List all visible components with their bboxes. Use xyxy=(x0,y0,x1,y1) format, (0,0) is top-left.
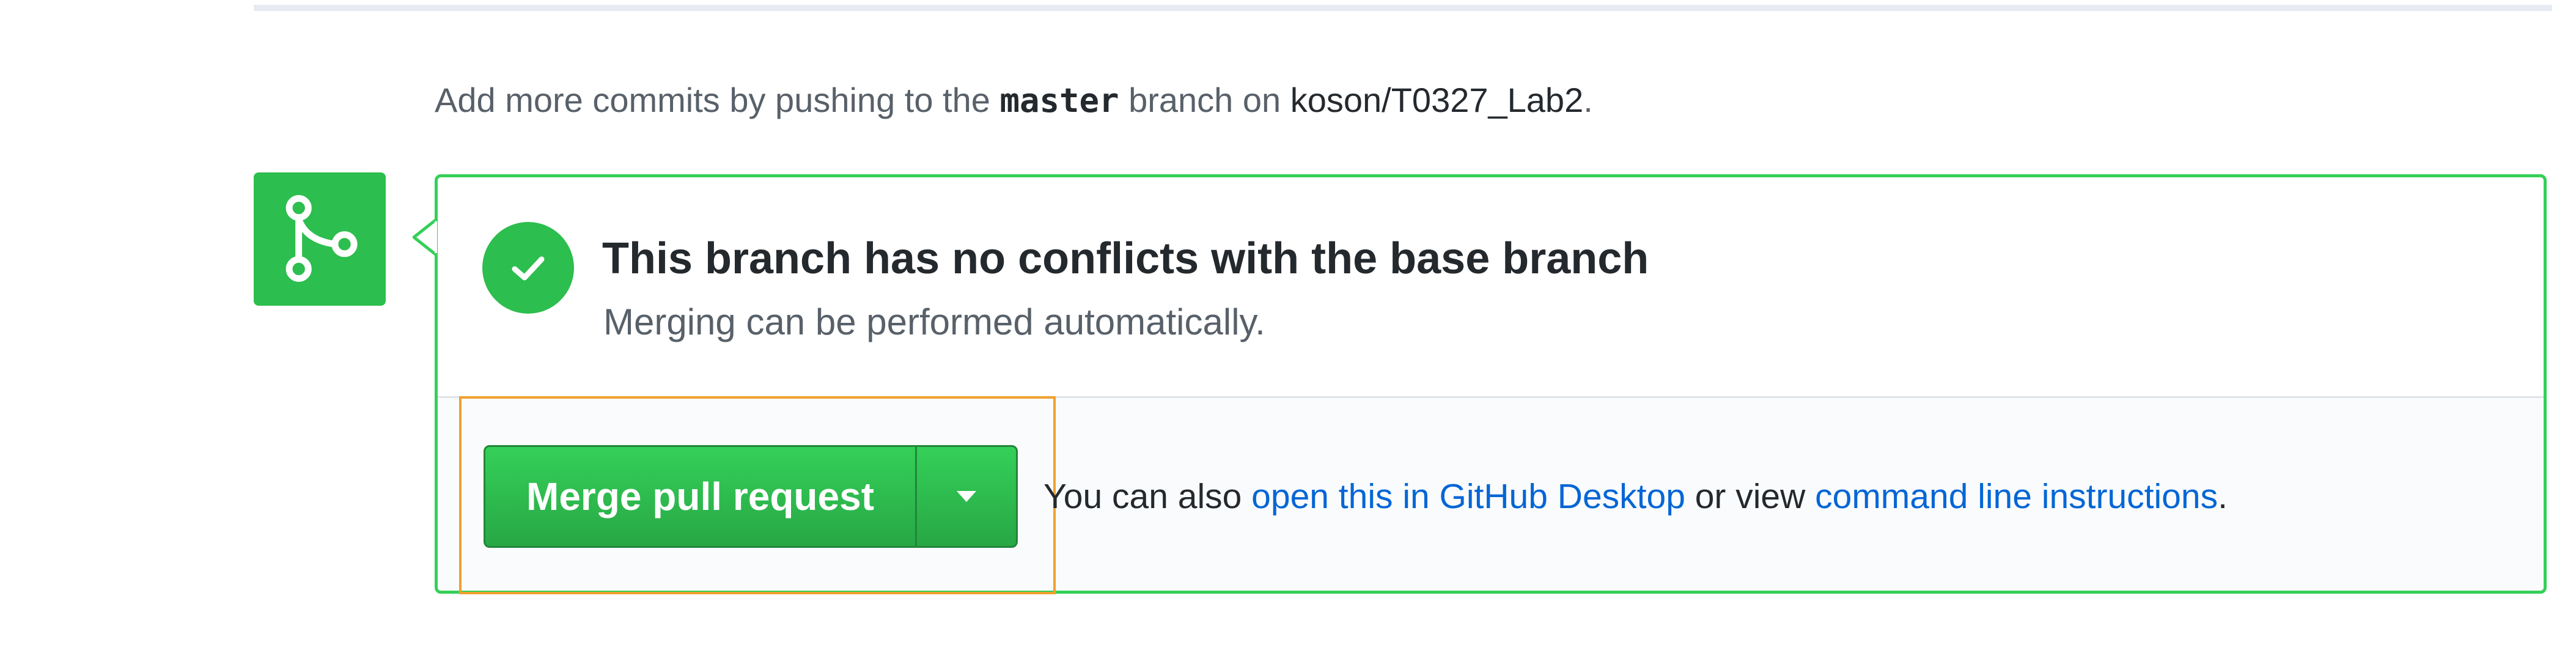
alternate-merge-options: You can also open this in GitHub Desktop… xyxy=(1043,472,2228,521)
repo-name: koson/T0327_Lab2 xyxy=(1290,81,1584,119)
commits-hint-middle: branch on xyxy=(1119,81,1290,119)
git-merge-icon xyxy=(285,195,358,282)
status-check-badge xyxy=(482,222,574,314)
panel-pointer xyxy=(411,215,440,259)
open-in-github-desktop-link[interactable]: open this in GitHub Desktop xyxy=(1251,477,1685,516)
triangle-down-icon xyxy=(957,491,976,502)
timeline-divider xyxy=(254,5,2552,11)
commits-hint-prefix: Add more commits by pushing to the xyxy=(435,81,1000,119)
merge-button-group: Merge pull request xyxy=(484,445,1018,548)
command-line-instructions-link[interactable]: command line instructions xyxy=(1815,477,2218,516)
merge-status-title: This branch has no conflicts with the ba… xyxy=(602,234,1649,283)
check-icon xyxy=(512,256,545,281)
merge-pull-request-button[interactable]: Merge pull request xyxy=(485,447,917,546)
merge-status-subtitle: Merging can be performed automatically. xyxy=(603,301,1265,342)
commits-hint: Add more commits by pushing to the maste… xyxy=(435,76,1593,125)
pull-request-merge-page: Add more commits by pushing to the maste… xyxy=(0,0,2576,653)
merge-status-badge xyxy=(254,172,386,306)
commits-hint-suffix: . xyxy=(1583,81,1593,119)
also-suffix: . xyxy=(2218,477,2228,516)
merge-method-dropdown-button[interactable] xyxy=(917,447,1016,546)
also-middle: or view xyxy=(1685,477,1816,516)
also-prefix: You can also xyxy=(1043,477,1252,516)
branch-name: master xyxy=(999,81,1119,120)
